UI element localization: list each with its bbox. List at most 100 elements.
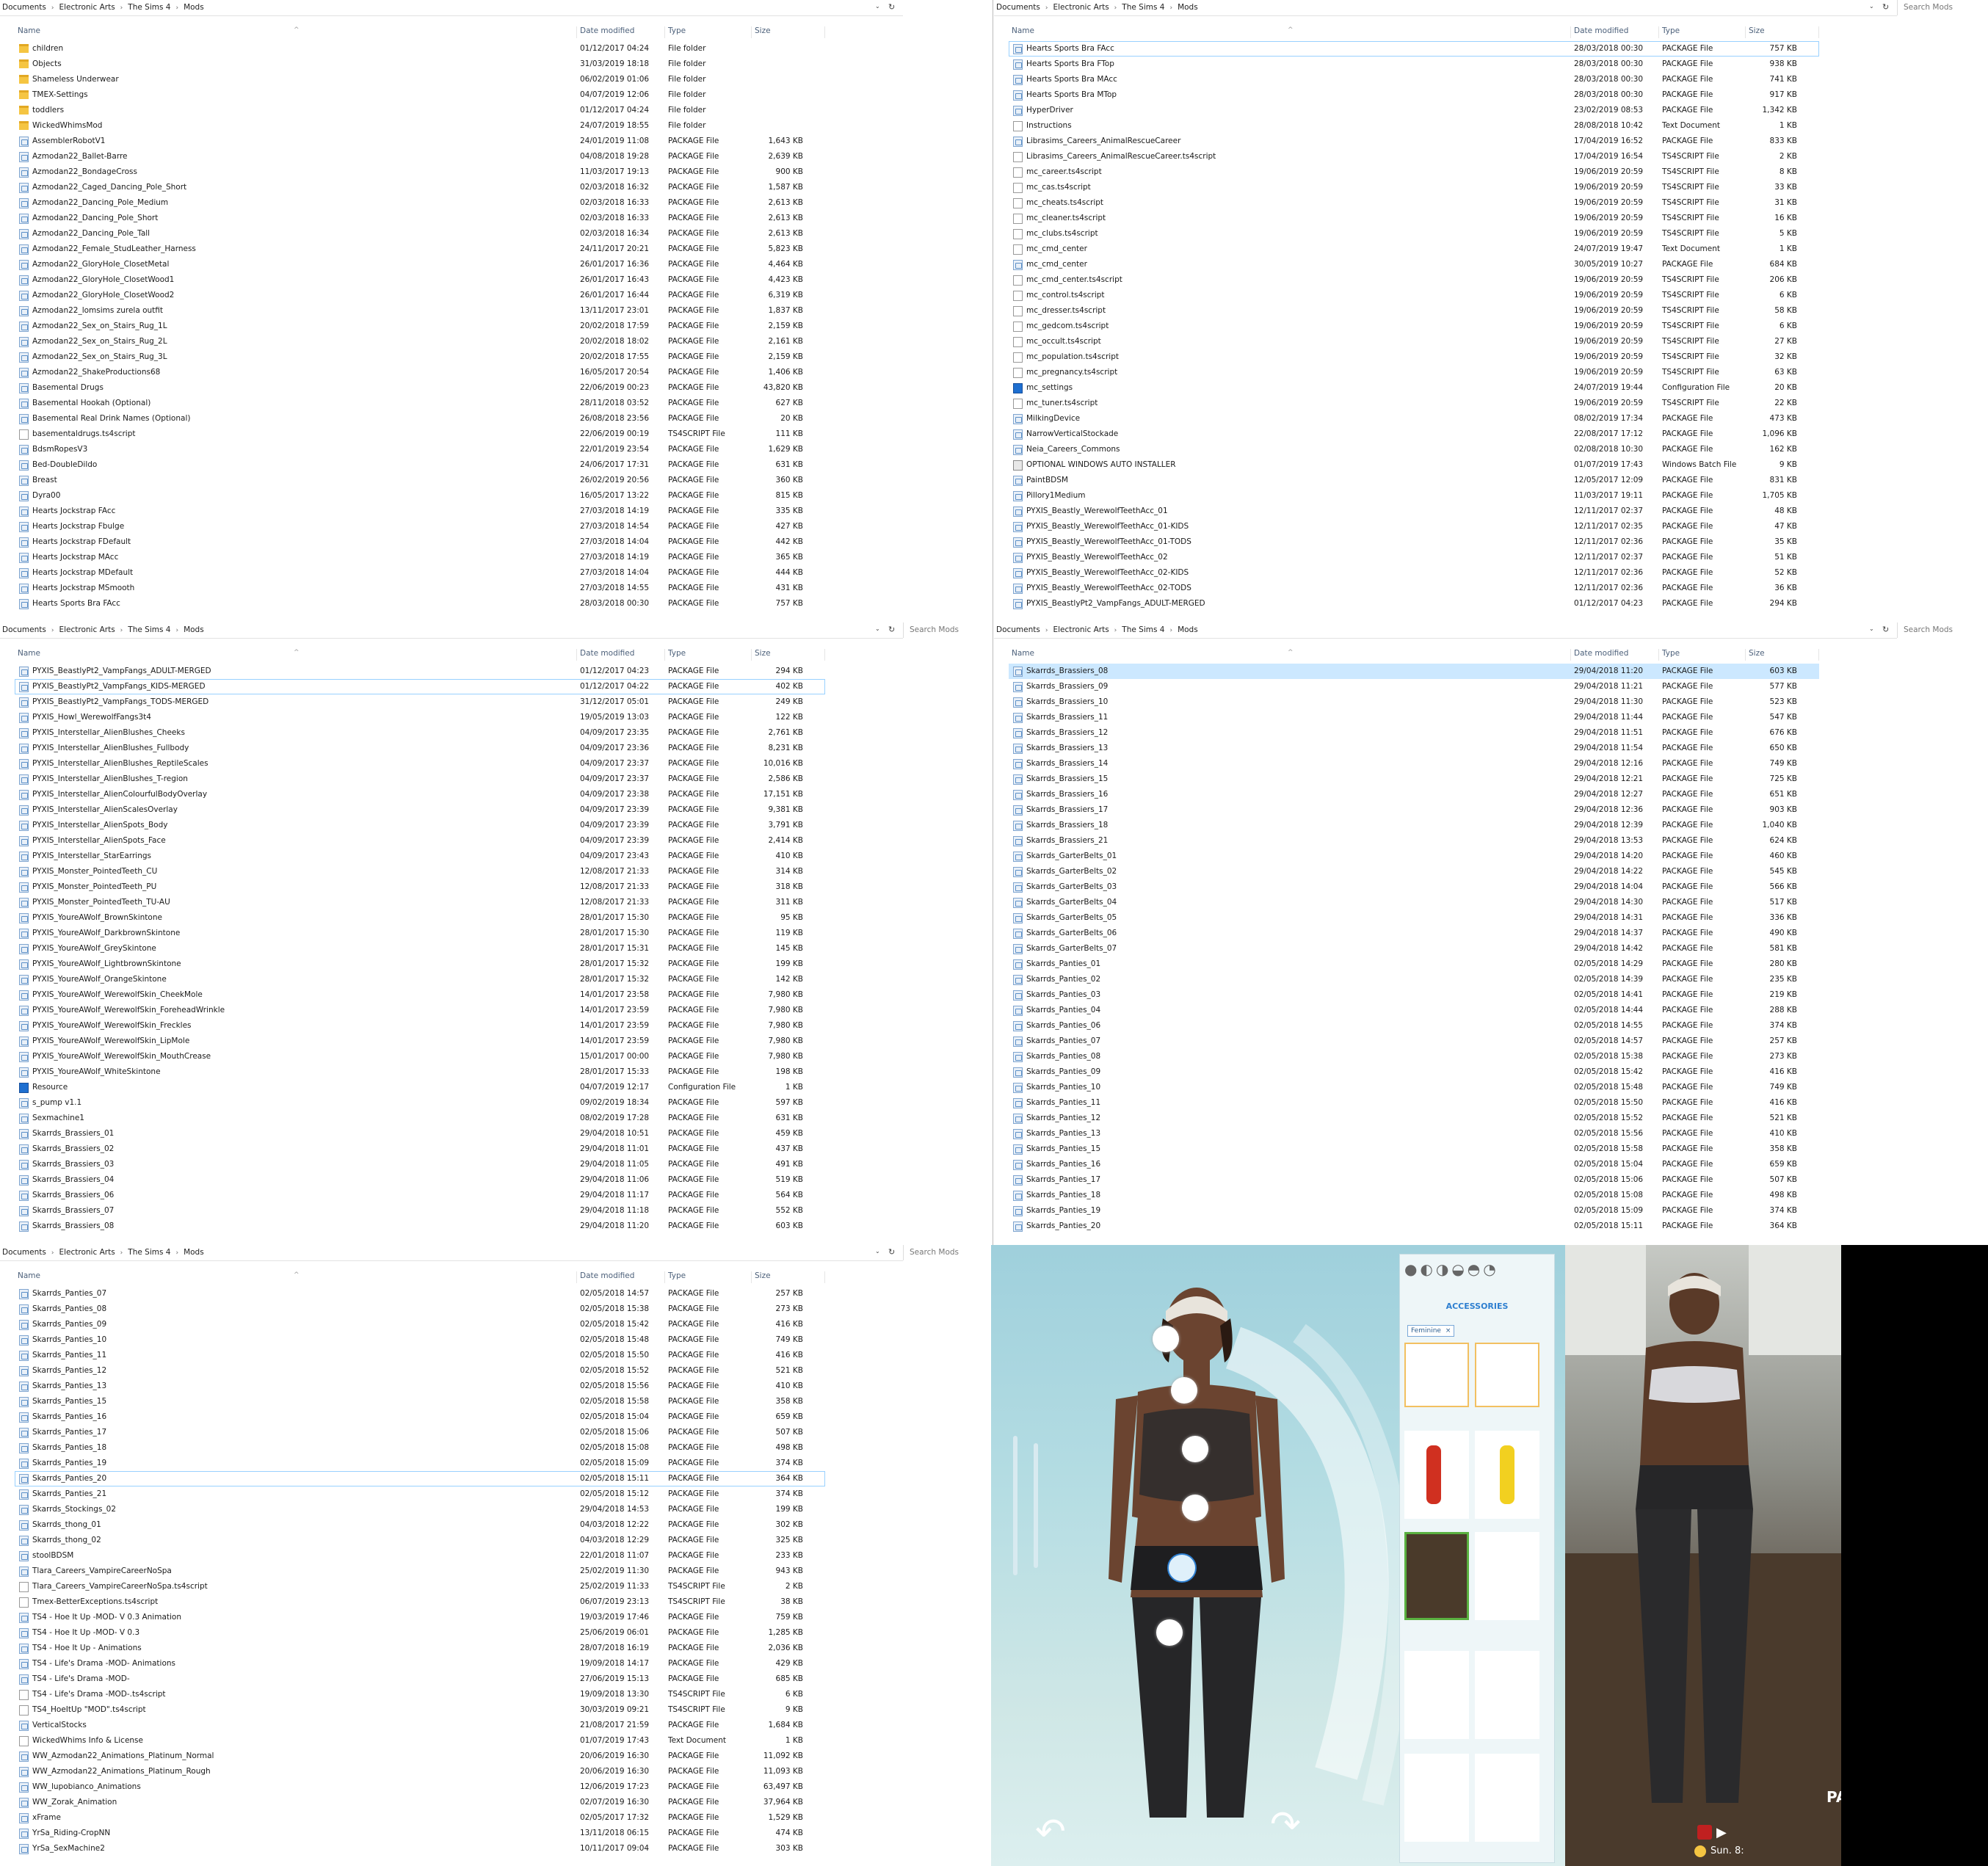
cas-item-swatch[interactable] bbox=[1404, 1651, 1469, 1739]
file-row[interactable]: Skarrds_Panties_21 02/05/2018 15:12 PACKAG… bbox=[15, 1486, 825, 1502]
file-row[interactable]: WW_Azmodan22_Animations_Platinum_Normal 2… bbox=[15, 1749, 825, 1764]
column-header-type[interactable]: Type bbox=[665, 1271, 752, 1283]
breadcrumb-item[interactable]: Mods bbox=[184, 1248, 204, 1257]
file-row[interactable]: PYXIS_Interstellar_AlienSpots_Body 04/09/… bbox=[15, 818, 825, 833]
column-header-date[interactable]: Date modified bbox=[1571, 26, 1659, 38]
refresh-icon[interactable]: ↻ bbox=[1882, 2, 1889, 12]
file-row[interactable]: Tlara_Careers_VampireCareerNoSpa.ts4scri… bbox=[15, 1579, 825, 1594]
file-row[interactable]: Skarrds_Brassiers_10 29/04/2018 11:30 PACK… bbox=[1009, 694, 1819, 710]
file-row[interactable]: Skarrds_GarterBelts_06 29/04/2018 14:37 PA… bbox=[1009, 926, 1819, 941]
search-input[interactable]: Search Mods bbox=[903, 1245, 991, 1260]
file-row[interactable]: Azmodan22_Dancing_Pole_Short 02/03/2018 1… bbox=[15, 211, 825, 226]
file-row[interactable]: AssemblerRobotV1 24/01/2019 11:08 PACKAGE … bbox=[15, 134, 825, 149]
column-header-size[interactable]: Size bbox=[1746, 26, 1819, 38]
file-row[interactable]: Skarrds_Brassiers_11 29/04/2018 11:44 PACK… bbox=[1009, 710, 1819, 725]
file-row[interactable]: mc_pregnancy.ts4script 19/06/2019 20:59 TS… bbox=[1009, 365, 1819, 380]
file-row[interactable]: YrSa_SexMachine2 10/11/2017 09:04 PACKAGE … bbox=[15, 1841, 825, 1856]
breadcrumb-item[interactable]: Documents bbox=[2, 1248, 46, 1257]
column-header-size[interactable]: Size bbox=[752, 26, 825, 38]
file-row[interactable]: PYXIS_Interstellar_AlienColourfulBodyOve… bbox=[15, 787, 825, 802]
file-row[interactable]: Skarrds_Brassiers_16 29/04/2018 12:27 PACK… bbox=[1009, 787, 1819, 802]
file-row[interactable]: Hearts Sports Bra FAcc 28/03/2018 00:30 PA… bbox=[1009, 41, 1819, 57]
cas-item-swatch[interactable] bbox=[1475, 1754, 1539, 1842]
cas-hat-button[interactable] bbox=[1153, 1326, 1179, 1352]
file-row[interactable]: VerticalStocks 21/08/2017 21:59 PACKAGE Fi… bbox=[15, 1718, 825, 1733]
file-row[interactable]: stoolBDSM 22/01/2018 11:07 PACKAGE File 233… bbox=[15, 1548, 825, 1564]
file-row[interactable]: Basemental Hookah (Optional) 28/11/2018 0… bbox=[15, 396, 825, 411]
file-row[interactable]: Azmodan22_ShakeProductions68 16/05/2017 2… bbox=[15, 365, 825, 380]
file-row[interactable]: Azmodan22_Sex_on_Stairs_Rug_2L 20/02/2018… bbox=[15, 334, 825, 349]
file-row[interactable]: PYXIS_Interstellar_AlienScalesOverlay 04/… bbox=[15, 802, 825, 818]
file-row[interactable]: Skarrds_Brassiers_08 29/04/2018 11:20 PACK… bbox=[1009, 664, 1819, 679]
file-row[interactable]: Skarrds_Brassiers_12 29/04/2018 11:51 PACK… bbox=[1009, 725, 1819, 741]
file-row[interactable]: Azmodan22_Ballet-Barre 04/08/2018 19:28 PA… bbox=[15, 149, 825, 164]
file-row[interactable]: Skarrds_Panties_04 02/05/2018 14:44 PACKAG… bbox=[1009, 1003, 1819, 1018]
breadcrumb-item[interactable]: Mods bbox=[184, 3, 204, 12]
breadcrumb-item[interactable]: The Sims 4 bbox=[128, 3, 170, 12]
file-row[interactable]: s_pump v1.1 09/02/2019 18:34 PACKAGE File 5… bbox=[15, 1095, 825, 1111]
file-row[interactable]: Skarrds_Panties_19 02/05/2018 15:09 PACKAG… bbox=[15, 1456, 825, 1471]
column-header-date[interactable]: Date modified bbox=[577, 649, 665, 661]
file-row[interactable]: Skarrds_Brassiers_03 29/04/2018 11:05 PACK… bbox=[15, 1157, 825, 1172]
file-row[interactable]: Skarrds_Panties_12 02/05/2018 15:52 PACKAG… bbox=[15, 1363, 825, 1379]
file-row[interactable]: Basemental Drugs 22/06/2019 00:23 PACKAGE … bbox=[15, 380, 825, 396]
file-row[interactable]: Skarrds_GarterBelts_01 29/04/2018 14:20 PA… bbox=[1009, 849, 1819, 864]
file-row[interactable]: Azmodan22_lomsims zurela outfit 13/11/201… bbox=[15, 303, 825, 319]
breadcrumb-item[interactable]: The Sims 4 bbox=[1122, 3, 1164, 12]
cas-filter-tag[interactable]: Feminine × bbox=[1407, 1325, 1455, 1337]
breadcrumb-item[interactable]: Electronic Arts bbox=[59, 1248, 115, 1257]
column-header-size[interactable]: Size bbox=[1746, 649, 1819, 661]
file-row[interactable]: PYXIS_YoureAWolf_WhiteSkintone 28/01/2017… bbox=[15, 1064, 825, 1080]
file-row[interactable]: Hearts Jockstrap MDefault 27/03/2018 14:0… bbox=[15, 565, 825, 581]
column-header-size[interactable]: Size bbox=[752, 649, 825, 661]
file-row[interactable]: Librasims_Careers_AnimalRescueCareer 17/0… bbox=[1009, 134, 1819, 149]
file-row[interactable]: HyperDriver 23/02/2019 08:53 PACKAGE File 1… bbox=[1009, 103, 1819, 118]
file-row[interactable]: Skarrds_Panties_15 02/05/2018 15:58 PACKAG… bbox=[15, 1394, 825, 1409]
file-row[interactable]: Azmodan22_Female_StudLeather_Harness 24/1… bbox=[15, 242, 825, 257]
file-row[interactable]: mc_cas.ts4script 19/06/2019 20:59 TS4SCRIP… bbox=[1009, 180, 1819, 195]
file-row[interactable]: mc_control.ts4script 19/06/2019 20:59 TS4S… bbox=[1009, 288, 1819, 303]
file-row[interactable]: mc_cheats.ts4script 19/06/2019 20:59 TS4SC… bbox=[1009, 195, 1819, 211]
breadcrumb-item[interactable]: Documents bbox=[2, 3, 46, 12]
column-header-name[interactable]: Name bbox=[15, 26, 577, 38]
address-bar[interactable]: Documents › Electronic Arts › The Sims 4 › Mod… bbox=[0, 0, 903, 16]
file-row[interactable]: mc_gedcom.ts4script 19/06/2019 20:59 TS4SC… bbox=[1009, 319, 1819, 334]
cas-rotate-slider[interactable] bbox=[1034, 1443, 1038, 1568]
file-row[interactable]: Skarrds_Brassiers_14 29/04/2018 12:16 PACK… bbox=[1009, 756, 1819, 772]
file-row[interactable]: Skarrds_Panties_16 02/05/2018 15:04 PACKAG… bbox=[1009, 1157, 1819, 1172]
file-row[interactable]: PYXIS_YoureAWolf_LightbrownSkintone 28/01… bbox=[15, 956, 825, 972]
file-row[interactable]: Dyra00 16/05/2017 13:22 PACKAGE File 815 KB bbox=[15, 488, 825, 504]
file-row[interactable]: TS4 - Hoe It Up -MOD- V 0.3 Animation 19/… bbox=[15, 1610, 825, 1625]
cas-item-swatch-selected[interactable] bbox=[1404, 1532, 1469, 1620]
file-row[interactable]: Skarrds_Panties_16 02/05/2018 15:04 PACKAG… bbox=[15, 1409, 825, 1425]
file-row[interactable]: Neia_Careers_Commons 02/08/2018 10:30 PACK… bbox=[1009, 442, 1819, 457]
file-row[interactable]: PYXIS_BeastlyPt2_VampFangs_ADULT-MERGED 0… bbox=[15, 664, 825, 679]
file-row[interactable]: Sexmachine1 08/02/2019 17:28 PACKAGE File 6… bbox=[15, 1111, 825, 1126]
file-row[interactable]: WW_lupobianco_Animations 12/06/2019 17:23… bbox=[15, 1779, 825, 1795]
breadcrumb-item[interactable]: Mods bbox=[1178, 625, 1198, 634]
column-header-name[interactable]: Name bbox=[15, 1271, 577, 1283]
file-row[interactable]: Azmodan22_Sex_on_Stairs_Rug_1L 20/02/2018… bbox=[15, 319, 825, 334]
file-row[interactable]: mc_occult.ts4script 19/06/2019 20:59 TS4SC… bbox=[1009, 334, 1819, 349]
column-header-type[interactable]: Type bbox=[1659, 649, 1746, 661]
cas-item-swatch[interactable] bbox=[1475, 1651, 1539, 1739]
file-row[interactable]: PYXIS_Interstellar_StarEarrings 04/09/201… bbox=[15, 849, 825, 864]
file-row[interactable]: PYXIS_YoureAWolf_WerewolfSkin_LipMole 14/… bbox=[15, 1034, 825, 1049]
breadcrumb-item[interactable]: Electronic Arts bbox=[59, 625, 115, 634]
file-row[interactable]: Skarrds_Brassiers_06 29/04/2018 11:17 PACK… bbox=[15, 1188, 825, 1203]
file-row[interactable]: Tmex-BetterExceptions.ts4script 06/07/201… bbox=[15, 1594, 825, 1610]
address-bar[interactable]: Documents › Electronic Arts › The Sims 4 › Mod… bbox=[0, 622, 903, 639]
file-row[interactable]: Skarrds_GarterBelts_04 29/04/2018 14:30 PA… bbox=[1009, 895, 1819, 910]
file-row[interactable]: Skarrds_Panties_13 02/05/2018 15:56 PACKAG… bbox=[15, 1379, 825, 1394]
play-button[interactable]: ▶ bbox=[1716, 1825, 1731, 1840]
file-row[interactable]: PYXIS_Beastly_WerewolfTeethAcc_01-KIDS 12… bbox=[1009, 519, 1819, 534]
file-row[interactable]: WickedWhimsMod 24/07/2019 18:55 File folde… bbox=[15, 118, 825, 134]
breadcrumb-item[interactable]: Electronic Arts bbox=[59, 3, 115, 12]
file-row[interactable]: Skarrds_Stockings_02 29/04/2018 14:53 PACK… bbox=[15, 1502, 825, 1517]
file-row[interactable]: TS4 - Life's Drama -MOD- 27/06/2019 15:13… bbox=[15, 1671, 825, 1687]
file-row[interactable]: Hearts Jockstrap FDefault 27/03/2018 14:0… bbox=[15, 534, 825, 550]
file-row[interactable]: Skarrds_Brassiers_07 29/04/2018 11:18 PACK… bbox=[15, 1203, 825, 1219]
address-bar[interactable]: Documents › Electronic Arts › The Sims 4 › Mod… bbox=[994, 0, 1897, 16]
file-row[interactable]: WickedWhims Info & License 01/07/2019 17:… bbox=[15, 1733, 825, 1749]
file-row[interactable]: Skarrds_Brassiers_01 29/04/2018 10:51 PACK… bbox=[15, 1126, 825, 1141]
